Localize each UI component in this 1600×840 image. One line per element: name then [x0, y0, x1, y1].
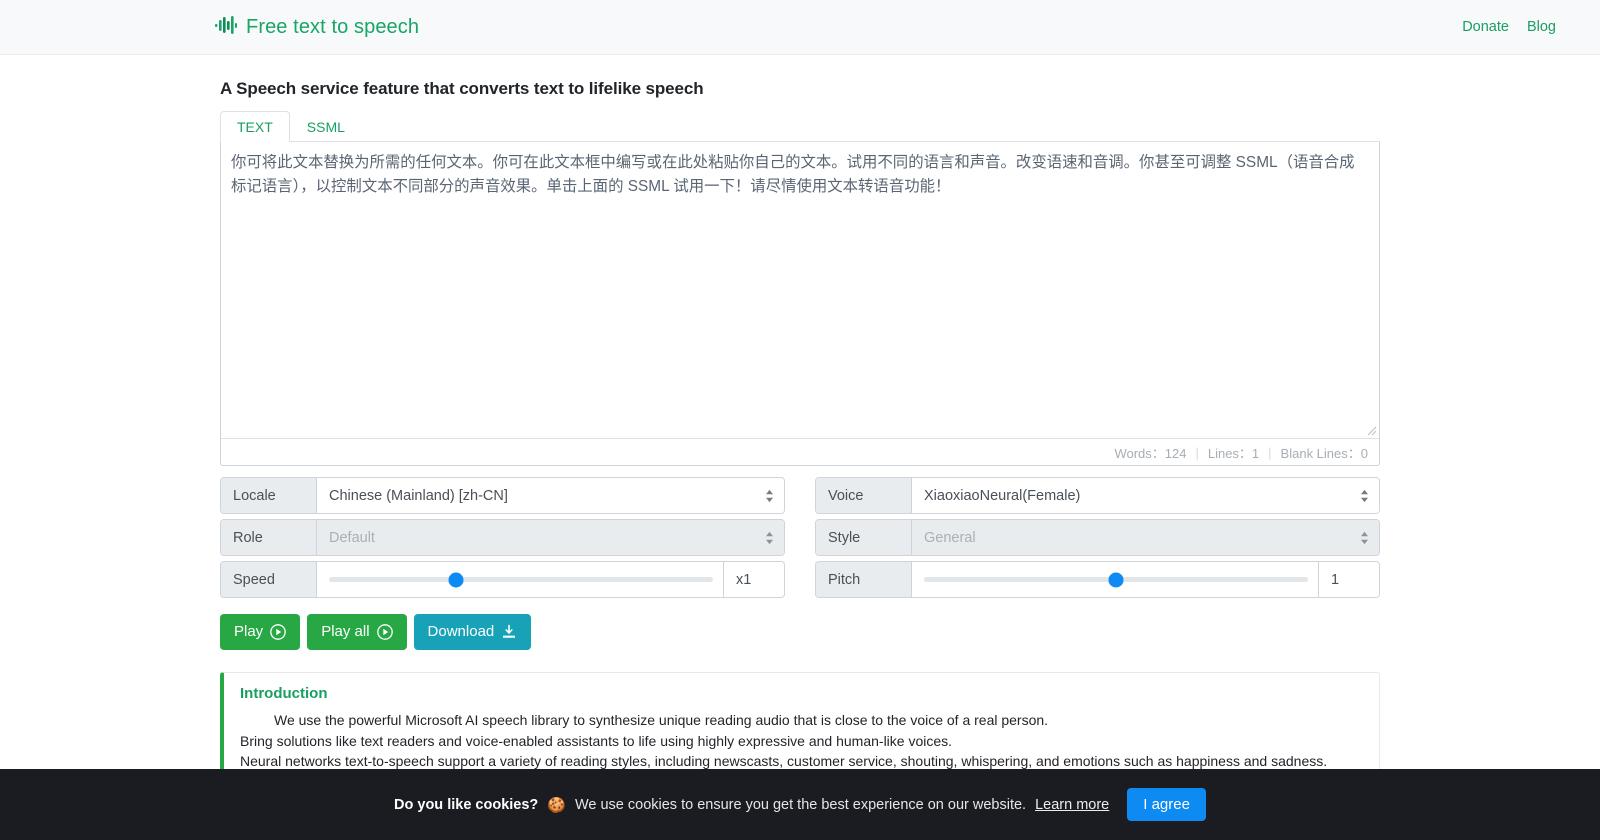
- word-count: Words：124: [1114, 445, 1187, 461]
- style-select[interactable]: General: [912, 520, 1379, 555]
- chevron-updown-icon: [1361, 489, 1368, 502]
- pitch-slider-track[interactable]: [924, 572, 1308, 587]
- play-circle-icon: [376, 624, 393, 640]
- pitch-group: Pitch 1: [815, 561, 1380, 598]
- speed-value: x1: [723, 562, 784, 597]
- chevron-updown-icon: [766, 489, 773, 502]
- nav-link-donate[interactable]: Donate: [1462, 19, 1509, 35]
- play-all-button[interactable]: Play all: [307, 614, 407, 650]
- locale-label: Locale: [221, 478, 317, 513]
- tab-text[interactable]: TEXT: [220, 111, 290, 142]
- nav-link-blog[interactable]: Blog: [1527, 19, 1556, 35]
- download-button[interactable]: Download: [413, 614, 532, 650]
- pitch-value: 1: [1318, 562, 1379, 597]
- locale-value: Chinese (Mainland) [zh-CN]: [329, 487, 508, 504]
- chevron-updown-icon: [1361, 531, 1368, 544]
- top-navbar: Free text to speech Donate Blog: [0, 0, 1600, 55]
- voice-value: XiaoxiaoNeural(Female): [924, 487, 1081, 504]
- controls-grid: Locale Chinese (Mainland) [zh-CN] Role D…: [220, 477, 1380, 598]
- role-select[interactable]: Default: [317, 520, 784, 555]
- editor-tabs: TEXT SSML: [220, 111, 1380, 142]
- controls-right-column: Voice XiaoxiaoNeural(Female) Style Gener…: [815, 477, 1380, 598]
- pitch-label: Pitch: [816, 562, 912, 597]
- main-container: A Speech service feature that converts t…: [220, 55, 1380, 789]
- page-title: A Speech service feature that converts t…: [220, 79, 704, 98]
- role-group: Role Default: [220, 519, 785, 556]
- cookie-learn-more-link[interactable]: Learn more: [1035, 797, 1109, 813]
- nav-links: Donate Blog: [1462, 19, 1564, 35]
- text-input[interactable]: [221, 142, 1379, 438]
- play-button[interactable]: Play: [220, 614, 301, 650]
- style-label: Style: [816, 520, 912, 555]
- play-circle-icon: [270, 624, 287, 640]
- style-value: General: [924, 529, 976, 546]
- download-button-label: Download: [427, 623, 495, 640]
- tab-ssml[interactable]: SSML: [290, 111, 362, 142]
- blank-line-count: Blank Lines：0: [1280, 445, 1368, 461]
- introduction-title: Introduction: [240, 685, 328, 702]
- cookie-agree-button[interactable]: I agree: [1127, 788, 1206, 821]
- brand-logo-link[interactable]: Free text to speech: [215, 15, 419, 40]
- pitch-slider[interactable]: [912, 562, 1318, 597]
- pitch-slider-thumb[interactable]: [1108, 572, 1124, 587]
- speed-label: Speed: [221, 562, 317, 597]
- editor-stats-bar: Words：124 | Lines：1 | Blank Lines：0: [221, 438, 1379, 465]
- speed-group: Speed x1: [220, 561, 785, 598]
- cookie-consent-banner: Do you like cookies? 🍪 We use cookies to…: [0, 769, 1600, 840]
- editor-box: [221, 142, 1379, 438]
- role-value: Default: [329, 529, 375, 546]
- audio-wave-icon: [215, 15, 237, 40]
- cookie-message: We use cookies to ensure you get the bes…: [574, 796, 1027, 813]
- voice-group: Voice XiaoxiaoNeural(Female): [815, 477, 1380, 514]
- style-group: Style General: [815, 519, 1380, 556]
- speed-slider-track[interactable]: [329, 572, 713, 587]
- controls-left-column: Locale Chinese (Mainland) [zh-CN] Role D…: [220, 477, 785, 598]
- speed-slider[interactable]: [317, 562, 723, 597]
- locale-select[interactable]: Chinese (Mainland) [zh-CN]: [317, 478, 784, 513]
- cookie-icon: 🍪: [547, 796, 566, 814]
- introduction-paragraph-1: We use the powerful Microsoft AI speech …: [274, 712, 1049, 728]
- download-icon: [503, 624, 516, 638]
- speed-slider-thumb[interactable]: [448, 572, 464, 587]
- play-button-label: Play: [234, 623, 264, 640]
- voice-select[interactable]: XiaoxiaoNeural(Female): [912, 478, 1379, 513]
- editor-panel: Words：124 | Lines：1 | Blank Lines：0: [220, 142, 1380, 466]
- chevron-updown-icon: [766, 531, 773, 544]
- line-count: Lines：1: [1207, 445, 1260, 461]
- play-all-button-label: Play all: [321, 623, 370, 640]
- cookie-question: Do you like cookies?: [394, 796, 539, 813]
- introduction-paragraph-2: Bring solutions like text readers and vo…: [240, 732, 953, 749]
- role-label: Role: [221, 520, 317, 555]
- brand-title: Free text to speech: [246, 15, 420, 38]
- action-buttons: Play Play all Download: [220, 614, 1380, 650]
- voice-label: Voice: [816, 478, 912, 513]
- locale-group: Locale Chinese (Mainland) [zh-CN]: [220, 477, 785, 514]
